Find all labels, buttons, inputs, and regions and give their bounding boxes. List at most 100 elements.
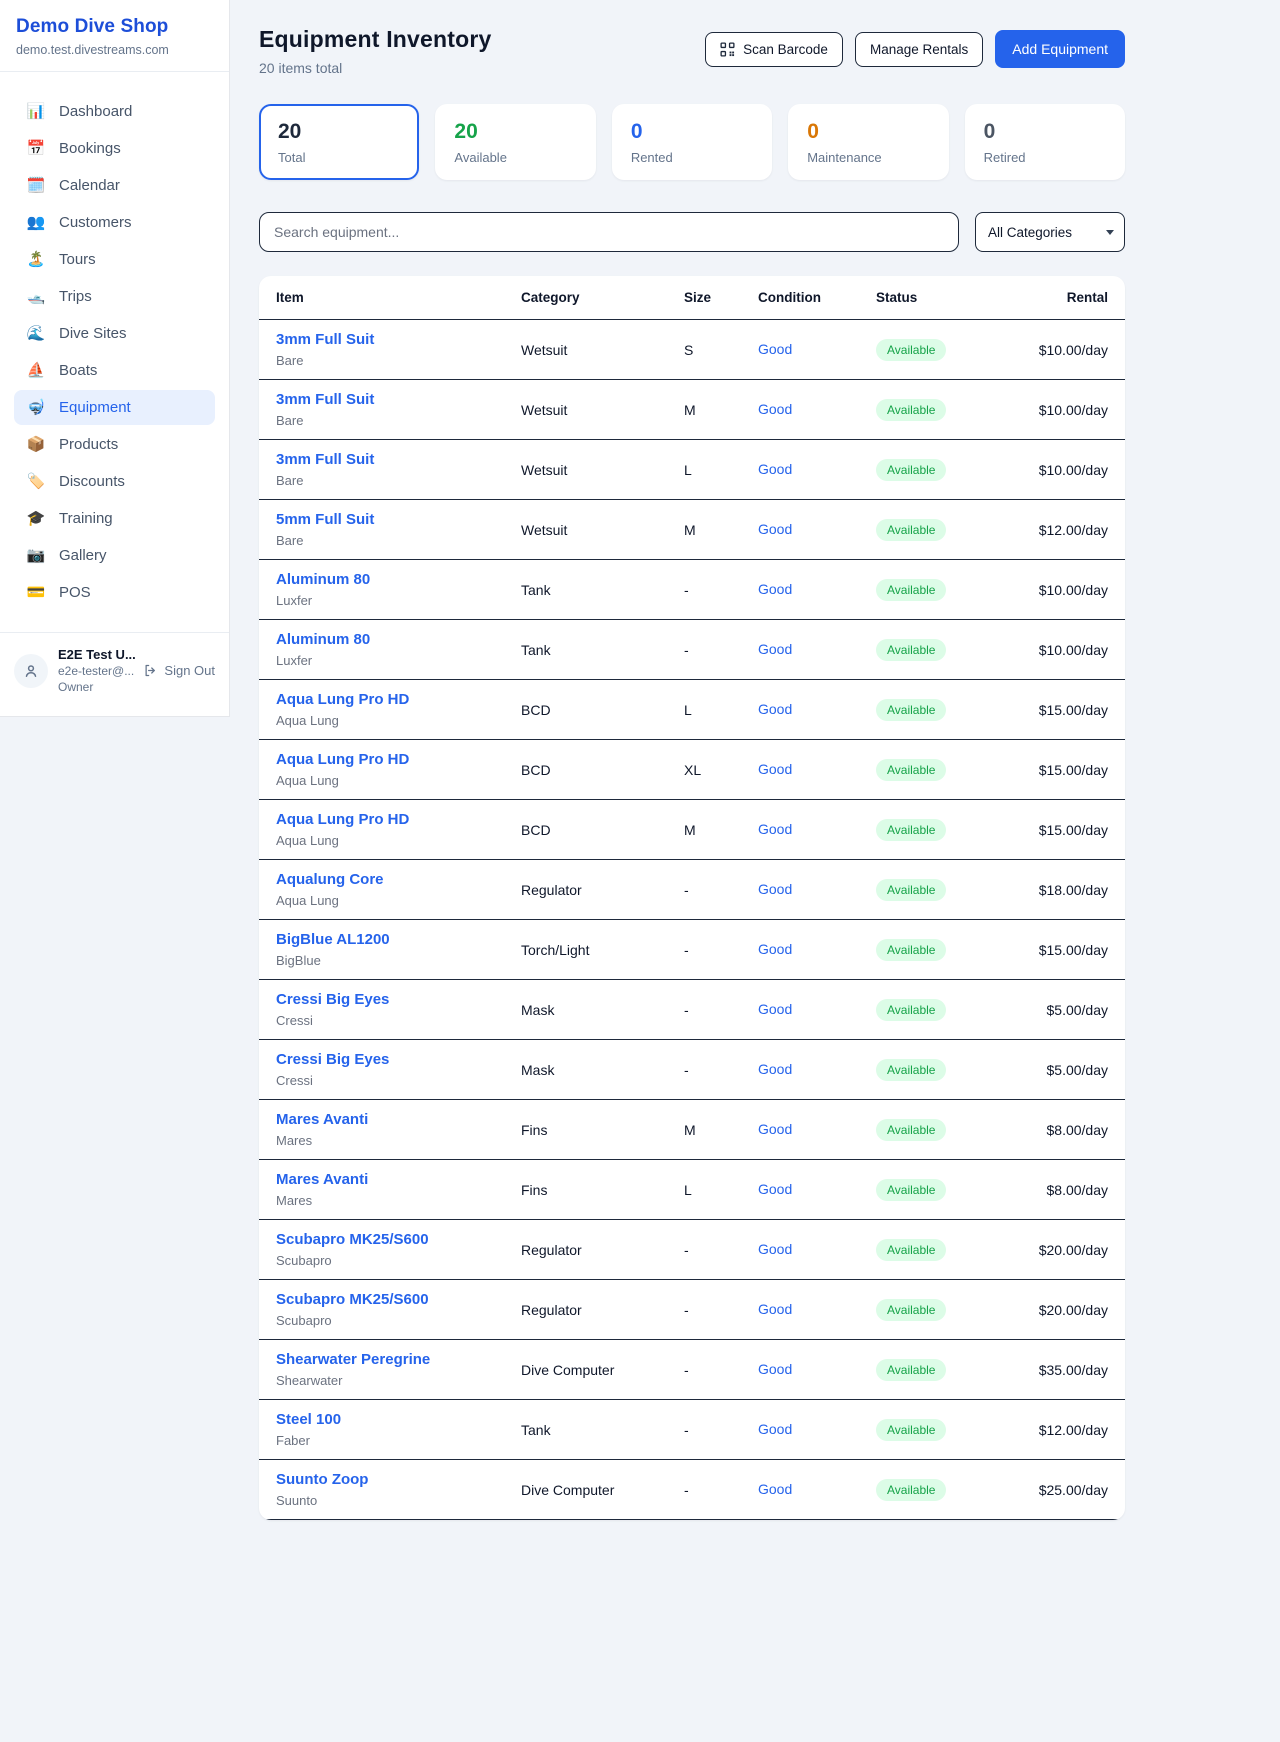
sidebar-item-pos[interactable]: 💳 POS (14, 575, 215, 610)
column-header-rental: Rental (1024, 276, 1125, 320)
item-size: - (672, 1460, 746, 1520)
condition-link[interactable]: Good (758, 1361, 792, 1377)
condition-link[interactable]: Good (758, 1181, 792, 1197)
item-brand: Aqua Lung (276, 893, 497, 908)
item-name-link[interactable]: Mares Avanti (276, 1111, 368, 1128)
status-badge: Available (876, 1359, 946, 1381)
sidebar-item-dive-sites[interactable]: 🌊 Dive Sites (14, 316, 215, 351)
sidebar-item-label: Customers (59, 214, 132, 231)
status-badge: Available (876, 519, 946, 541)
item-name-link[interactable]: Cressi Big Eyes (276, 1051, 389, 1068)
filters-row: All Categories (259, 212, 1125, 252)
item-name-link[interactable]: BigBlue AL1200 (276, 931, 390, 948)
status-badge: Available (876, 339, 946, 361)
condition-link[interactable]: Good (758, 941, 792, 957)
item-brand: Cressi (276, 1013, 497, 1028)
condition-link[interactable]: Good (758, 641, 792, 657)
item-name-link[interactable]: Steel 100 (276, 1411, 341, 1428)
item-size: S (672, 320, 746, 380)
status-badge: Available (876, 1059, 946, 1081)
rental-rate: $12.00/day (1024, 1400, 1125, 1460)
item-brand: Aqua Lung (276, 713, 497, 728)
condition-link[interactable]: Good (758, 1421, 792, 1437)
item-name-link[interactable]: Aqua Lung Pro HD (276, 811, 409, 828)
category-filter[interactable]: All Categories (975, 212, 1125, 252)
sidebar-item-gallery[interactable]: 📷 Gallery (14, 538, 215, 573)
sign-out-label: Sign Out (164, 663, 215, 678)
item-name-link[interactable]: Cressi Big Eyes (276, 991, 389, 1008)
item-name-link[interactable]: Aqua Lung Pro HD (276, 691, 409, 708)
item-name-link[interactable]: Mares Avanti (276, 1171, 368, 1188)
stat-card-retired[interactable]: 0 Retired (965, 104, 1125, 180)
condition-link[interactable]: Good (758, 581, 792, 597)
sidebar-item-dashboard[interactable]: 📊 Dashboard (14, 94, 215, 129)
condition-link[interactable]: Good (758, 461, 792, 477)
scan-barcode-button[interactable]: Scan Barcode (705, 32, 843, 67)
sidebar-item-equipment[interactable]: 🤿 Equipment (14, 390, 215, 425)
item-name-link[interactable]: 3mm Full Suit (276, 331, 374, 348)
condition-link[interactable]: Good (758, 1301, 792, 1317)
item-name-link[interactable]: Shearwater Peregrine (276, 1351, 430, 1368)
item-name-link[interactable]: Suunto Zoop (276, 1471, 368, 1488)
item-size: - (672, 1280, 746, 1340)
item-name-link[interactable]: 3mm Full Suit (276, 391, 374, 408)
rental-rate: $10.00/day (1024, 560, 1125, 620)
sidebar-item-boats[interactable]: ⛵ Boats (14, 353, 215, 388)
item-brand: Scubapro (276, 1313, 497, 1328)
manage-rentals-button[interactable]: Manage Rentals (855, 32, 983, 67)
condition-link[interactable]: Good (758, 761, 792, 777)
sidebar-item-customers[interactable]: 👥 Customers (14, 205, 215, 240)
sidebar-item-training[interactable]: 🎓 Training (14, 501, 215, 536)
stat-card-total[interactable]: 20 Total (259, 104, 419, 180)
item-name-link[interactable]: Aluminum 80 (276, 631, 370, 648)
stat-card-rented[interactable]: 0 Rented (612, 104, 772, 180)
item-name-link[interactable]: Scubapro MK25/S600 (276, 1231, 429, 1248)
column-header-condition: Condition (746, 276, 864, 320)
table-header-row: Item Category Size Condition Status Rent… (259, 276, 1125, 320)
condition-link[interactable]: Good (758, 1001, 792, 1017)
condition-link[interactable]: Good (758, 1481, 792, 1497)
sidebar-item-bookings[interactable]: 📅 Bookings (14, 131, 215, 166)
rental-rate: $15.00/day (1024, 920, 1125, 980)
item-category: Tank (509, 620, 672, 680)
sidebar-item-calendar[interactable]: 🗓️ Calendar (14, 168, 215, 203)
sidebar-item-products[interactable]: 📦 Products (14, 427, 215, 462)
sidebar-item-label: Calendar (59, 177, 120, 194)
condition-link[interactable]: Good (758, 521, 792, 537)
rental-rate: $15.00/day (1024, 800, 1125, 860)
stat-card-available[interactable]: 20 Available (435, 104, 595, 180)
condition-link[interactable]: Good (758, 1121, 792, 1137)
table-row: Scubapro MK25/S600 Scubapro Regulator - … (259, 1280, 1125, 1340)
table-row: Cressi Big Eyes Cressi Mask - Good Avail… (259, 980, 1125, 1040)
brand-header: Demo Dive Shop demo.test.divestreams.com (0, 0, 229, 72)
sidebar-item-discounts[interactable]: 🏷️ Discounts (14, 464, 215, 499)
status-badge: Available (876, 459, 946, 481)
condition-link[interactable]: Good (758, 1061, 792, 1077)
item-name-link[interactable]: 5mm Full Suit (276, 511, 374, 528)
sign-out-button[interactable]: Sign Out (143, 663, 215, 678)
condition-link[interactable]: Good (758, 821, 792, 837)
status-badge: Available (876, 579, 946, 601)
condition-link[interactable]: Good (758, 701, 792, 717)
stat-card-maintenance[interactable]: 0 Maintenance (788, 104, 948, 180)
condition-link[interactable]: Good (758, 1241, 792, 1257)
item-name-link[interactable]: Aqualung Core (276, 871, 384, 888)
search-input[interactable] (259, 212, 959, 252)
item-category: Mask (509, 980, 672, 1040)
table-row: Suunto Zoop Suunto Dive Computer - Good … (259, 1460, 1125, 1520)
item-name-link[interactable]: Aluminum 80 (276, 571, 370, 588)
condition-link[interactable]: Good (758, 881, 792, 897)
item-name-link[interactable]: Scubapro MK25/S600 (276, 1291, 429, 1308)
sidebar-nav: 📊 Dashboard 📅 Bookings 🗓️ Calendar 👥 Cus… (0, 72, 229, 626)
user-info: E2E Test U... e2e-tester@... Owner (58, 647, 133, 694)
condition-link[interactable]: Good (758, 341, 792, 357)
condition-link[interactable]: Good (758, 401, 792, 417)
stat-value: 20 (278, 120, 400, 143)
training-icon: 🎓 (26, 511, 46, 526)
item-name-link[interactable]: Aqua Lung Pro HD (276, 751, 409, 768)
sidebar-item-tours[interactable]: 🏝️ Tours (14, 242, 215, 277)
sidebar-item-trips[interactable]: 🛥️ Trips (14, 279, 215, 314)
add-equipment-button[interactable]: Add Equipment (995, 30, 1125, 68)
item-brand: Aqua Lung (276, 833, 497, 848)
item-name-link[interactable]: 3mm Full Suit (276, 451, 374, 468)
